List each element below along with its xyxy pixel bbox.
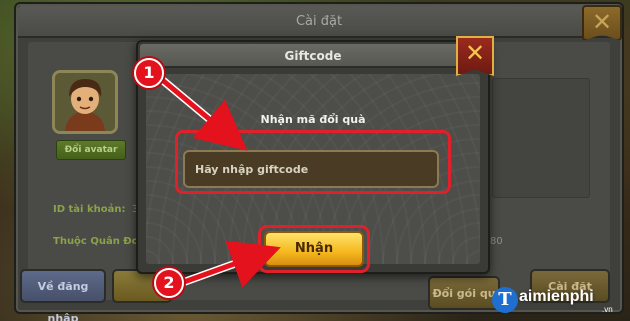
step-1-badge: 1 [134,58,164,88]
settings-side-panel [492,78,590,198]
guild-value: 80 [490,236,503,247]
step-2-badge: 2 [154,268,184,298]
settings-title: Cài đặt [295,14,343,29]
change-avatar-button[interactable]: Đổi avatar [56,140,126,160]
change-pack-button[interactable]: Đổi gói qu [428,276,500,310]
back-to-login-button[interactable]: Về đăng nhập [20,269,106,321]
settings-titlebar: Cài đặt [18,6,620,38]
watermark: T aimienphi .vn [492,287,630,317]
account-id-label: ID tài khoản: [53,204,126,215]
watermark-brand: aimienphi [519,288,594,305]
watermark-suffix: .vn [602,305,613,314]
avatar[interactable] [52,70,118,134]
giftcode-input[interactable] [183,150,439,188]
redeem-code-label: Nhận mã đổi quà [260,113,366,126]
close-icon: ✕ [591,8,613,36]
watermark-logo-icon: T [492,287,518,313]
close-icon: ✕ [464,39,486,67]
giftcode-title: Giftcode [284,49,342,63]
avatar-portrait-icon [55,73,115,131]
giftcode-titlebar: Giftcode [140,44,486,68]
redeem-button[interactable]: Nhận [264,231,364,267]
